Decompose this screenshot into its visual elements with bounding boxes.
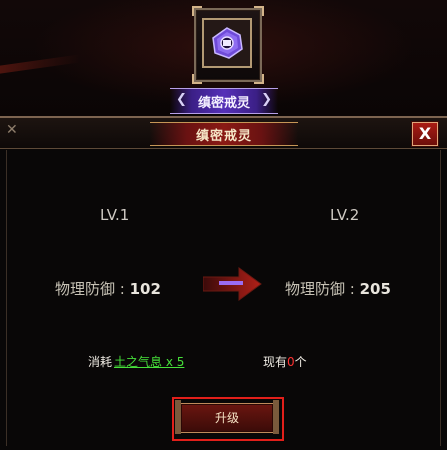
current-stat-value: 102 bbox=[129, 280, 161, 298]
cost-info: 消耗 土之气息 x 5 bbox=[88, 353, 184, 370]
item-slot[interactable] bbox=[192, 6, 264, 84]
frame-corner bbox=[192, 6, 202, 16]
purple-gem-icon bbox=[212, 27, 243, 59]
owned-info: 现有0个 bbox=[263, 353, 307, 370]
chevron-left-icon: ❮ bbox=[176, 92, 187, 107]
item-icon-box bbox=[202, 18, 252, 68]
next-stat: 物理防御 : 205 bbox=[285, 278, 391, 299]
stat-separator: : bbox=[115, 280, 130, 298]
current-stat: 物理防御 : 102 bbox=[55, 278, 161, 299]
owned-suffix: 个 bbox=[294, 355, 307, 369]
upgrade-arrow-icon bbox=[203, 267, 262, 301]
next-stat-value: 205 bbox=[359, 280, 391, 298]
frame-corner bbox=[192, 74, 202, 84]
stat-separator: : bbox=[345, 280, 360, 298]
cost-prefix: 消耗 bbox=[88, 355, 113, 369]
cost-item-link[interactable]: 土之气息 x 5 bbox=[114, 355, 184, 369]
frame-corner bbox=[254, 6, 264, 16]
item-name-badge: ❮ 缜密戒灵 ❯ bbox=[170, 88, 278, 114]
owned-prefix: 现有 bbox=[263, 355, 288, 369]
item-name: 缜密戒灵 bbox=[197, 95, 250, 111]
stat-label: 物理防御 bbox=[285, 280, 346, 298]
corner-ornament-icon: ✕ bbox=[6, 122, 18, 138]
owned-count: 0 bbox=[287, 355, 295, 369]
current-level: LV.1 bbox=[100, 206, 130, 224]
upgrade-dialog: ✕ 缜密戒灵 X LV.1 LV.2 物理防御 : 102 物理防御 : 205… bbox=[0, 116, 447, 450]
title-bar: ✕ 缜密戒灵 X bbox=[0, 118, 447, 149]
dialog-title: 缜密戒灵 bbox=[150, 122, 298, 146]
close-button[interactable]: X bbox=[412, 122, 438, 146]
chevron-right-icon: ❯ bbox=[261, 92, 272, 107]
next-level: LV.2 bbox=[330, 206, 360, 224]
upgrade-button[interactable]: 升级 bbox=[175, 400, 279, 434]
frame-corner bbox=[254, 74, 264, 84]
stat-label: 物理防御 bbox=[55, 280, 116, 298]
